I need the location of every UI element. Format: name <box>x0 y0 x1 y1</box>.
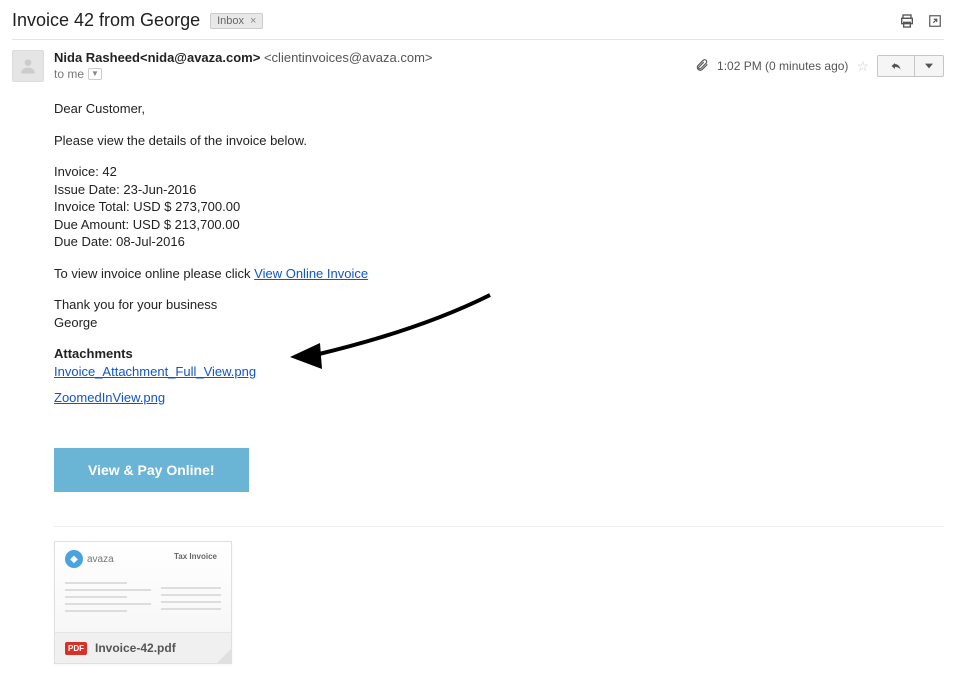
attachment-link-1[interactable]: Invoice_Attachment_Full_View.png <box>54 364 256 379</box>
pdf-badge-icon: PDF <box>65 642 87 655</box>
invoice-total: Invoice Total: USD $ 273,700.00 <box>54 198 708 216</box>
view-pay-button[interactable]: View & Pay Online! <box>54 448 249 492</box>
message-header: Invoice 42 from George Inbox × <box>0 0 956 39</box>
print-icon[interactable] <box>898 12 916 30</box>
preview-brand: avaza <box>87 554 114 565</box>
logo-bubble-icon: ◆ <box>65 550 83 568</box>
view-online-link[interactable]: View Online Invoice <box>254 266 368 281</box>
attachment-card[interactable]: ◆ avaza Tax Invoice PDF Invoice-42.pdf <box>54 541 232 664</box>
sender-row: Nida Rasheed<nida@avaza.com> <clientinvo… <box>0 40 956 82</box>
reply-to: <clientinvoices@avaza.com> <box>264 50 433 65</box>
attachment-link-2[interactable]: ZoomedInView.png <box>54 390 165 405</box>
view-online-line: To view invoice online please click View… <box>54 265 708 283</box>
from-name: Nida Rasheed <box>54 50 140 65</box>
due-date: Due Date: 08-Jul-2016 <box>54 233 708 251</box>
attachment-icon <box>695 58 709 75</box>
due-amount: Due Amount: USD $ 213,700.00 <box>54 216 708 234</box>
star-icon[interactable]: ☆ <box>856 58 869 75</box>
attachment-footer: PDF Invoice-42.pdf <box>55 632 231 663</box>
signature: George <box>54 314 708 332</box>
message-meta-right: 1:02 PM (0 minutes ago) ☆ <box>695 50 944 82</box>
header-left: Invoice 42 from George Inbox × <box>12 10 263 31</box>
view-prefix: To view invoice online please click <box>54 266 254 281</box>
header-right <box>898 12 944 30</box>
timestamp: 1:02 PM (0 minutes ago) <box>717 59 848 73</box>
fold-corner-icon <box>217 649 231 663</box>
inbox-label-chip[interactable]: Inbox × <box>210 13 263 29</box>
greeting: Dear Customer, <box>54 100 708 118</box>
from-email: <nida@avaza.com> <box>140 50 260 65</box>
to-line: to me ▼ <box>54 67 695 81</box>
reply-button-group <box>877 55 944 77</box>
label-text: Inbox <box>217 15 244 27</box>
issue-date: Issue Date: 23-Jun-2016 <box>54 181 708 199</box>
sender-avatar <box>12 50 44 82</box>
more-actions-button[interactable] <box>915 56 943 76</box>
attachments-heading: Attachments <box>54 345 708 363</box>
message-body: Dear Customer, Please view the details o… <box>0 82 720 526</box>
intro-text: Please view the details of the invoice b… <box>54 132 708 150</box>
subject-text: Invoice 42 from George <box>12 10 200 31</box>
thanks-text: Thank you for your business <box>54 296 708 314</box>
invoice-number: Invoice: 42 <box>54 163 708 181</box>
remove-label-icon[interactable]: × <box>250 15 256 27</box>
preview-lines-right <box>161 582 221 615</box>
preview-doc-title: Tax Invoice <box>174 552 217 561</box>
attachment-filename: Invoice-42.pdf <box>95 641 176 655</box>
to-label: to me <box>54 67 84 81</box>
attachment-preview: ◆ avaza Tax Invoice <box>55 542 231 632</box>
details-caret-icon[interactable]: ▼ <box>88 68 102 80</box>
from-line: Nida Rasheed<nida@avaza.com> <clientinvo… <box>54 50 695 65</box>
open-window-icon[interactable] <box>926 12 944 30</box>
sender-meta: Nida Rasheed<nida@avaza.com> <clientinvo… <box>54 50 695 82</box>
body-divider <box>54 526 944 527</box>
reply-button[interactable] <box>878 56 915 76</box>
